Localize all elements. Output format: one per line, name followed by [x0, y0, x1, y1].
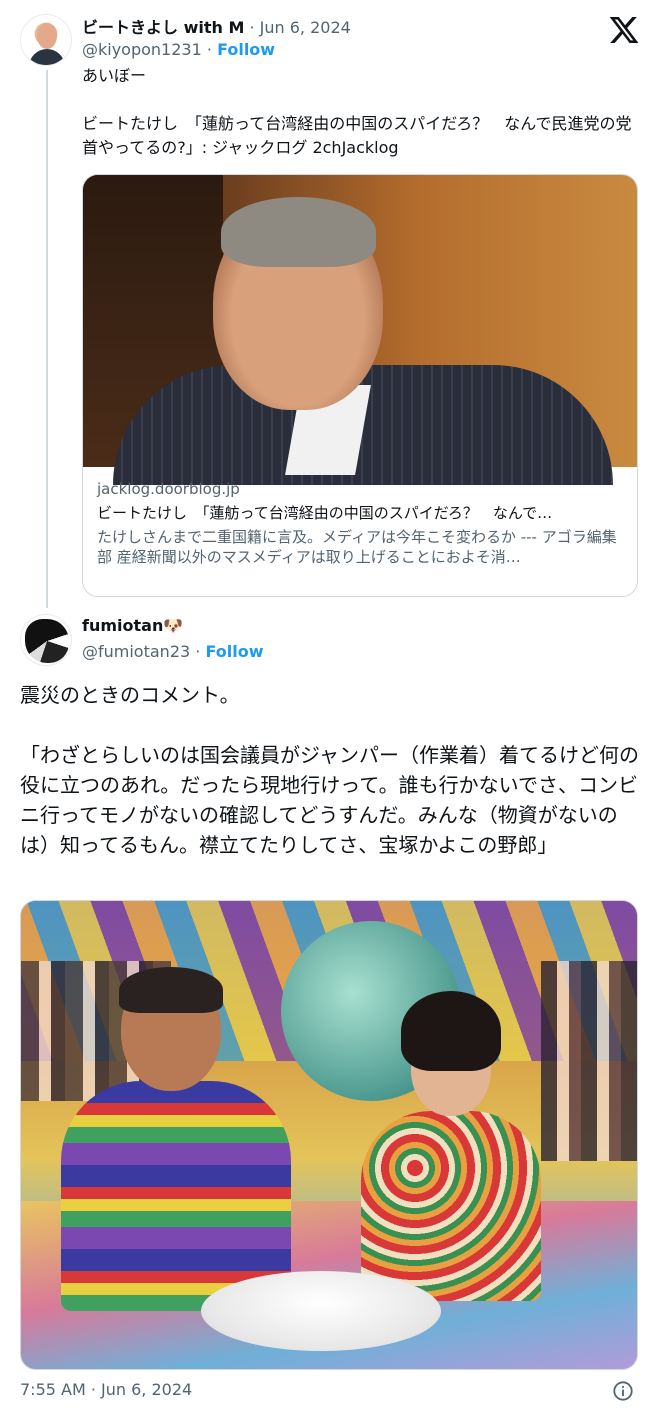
avatar-face	[37, 23, 57, 49]
tweet1-date[interactable]: Jun 6, 2024	[260, 18, 351, 37]
avatar-suit	[29, 49, 65, 65]
separator-dot: ·	[206, 40, 212, 59]
tweet2-handle[interactable]: @fumiotan23	[82, 642, 190, 661]
separator-dot: ·	[249, 18, 255, 37]
tweet2-attached-photo[interactable]	[20, 900, 638, 1370]
tweet2-text: 震災のときのコメント。 「わざとらしいのは国会議員がジャンパー（作業着）着てるけ…	[20, 683, 639, 857]
tweet2-follow-button[interactable]: Follow	[205, 642, 263, 661]
tweet1-header-line1: ビートきよし with M · Jun 6, 2024	[82, 14, 351, 38]
tweet2-author-name[interactable]: fumiotan🐶	[82, 616, 183, 635]
tweet2-body: 震災のときのコメント。 「わざとらしいのは国会議員がジャンパー（作業着）着てるけ…	[20, 680, 640, 860]
tweet2-header-line1: fumiotan🐶	[82, 616, 183, 635]
tweet1-header-line2: @kiyopon1231 · Follow	[82, 40, 275, 59]
tweet2-header-line2: @fumiotan23 · Follow	[82, 642, 263, 661]
tweet1-text: あいぼー ビートたけし 「蓮舫って台湾経由の中国のスパイだろ？ なんで民進党の党…	[82, 66, 632, 157]
link-preview-card[interactable]: jacklog.doorblog.jp ビートたけし 「蓮舫って台湾経由の中国の…	[82, 174, 638, 597]
x-logo-icon[interactable]	[608, 14, 640, 46]
card-domain: jacklog.doorblog.jp	[97, 480, 240, 498]
avatar-mask-graphic	[25, 619, 69, 663]
tweet1-author-name[interactable]: ビートきよし with M	[82, 18, 244, 37]
card-description: たけしさんまで二重国籍に言及。メディアは今年こそ変わるか --- アゴラ編集部 …	[97, 528, 617, 566]
card-title: ビートたけし 「蓮舫って台湾経由の中国のスパイだろ？ なんで…	[97, 504, 553, 522]
tweet1-follow-button[interactable]: Follow	[217, 40, 275, 59]
card-thumbnail-image	[83, 175, 637, 485]
tweet1-body: あいぼー ビートたけし 「蓮舫って台湾経由の中国のスパイだろ？ なんで民進党の党…	[82, 64, 638, 160]
tweet1-handle[interactable]: @kiyopon1231	[82, 40, 202, 59]
card-meta: jacklog.doorblog.jp ビートたけし 「蓮舫って台湾経由の中国の…	[97, 479, 625, 567]
tweet2-timestamp[interactable]: 7:55 AM · Jun 6, 2024	[20, 1380, 192, 1399]
avatar-kiyopon[interactable]	[20, 14, 72, 66]
thread-connector-line	[46, 70, 48, 608]
separator-dot: ·	[195, 642, 201, 661]
avatar-fumiotan[interactable]	[20, 614, 72, 666]
info-icon[interactable]	[612, 1380, 634, 1402]
